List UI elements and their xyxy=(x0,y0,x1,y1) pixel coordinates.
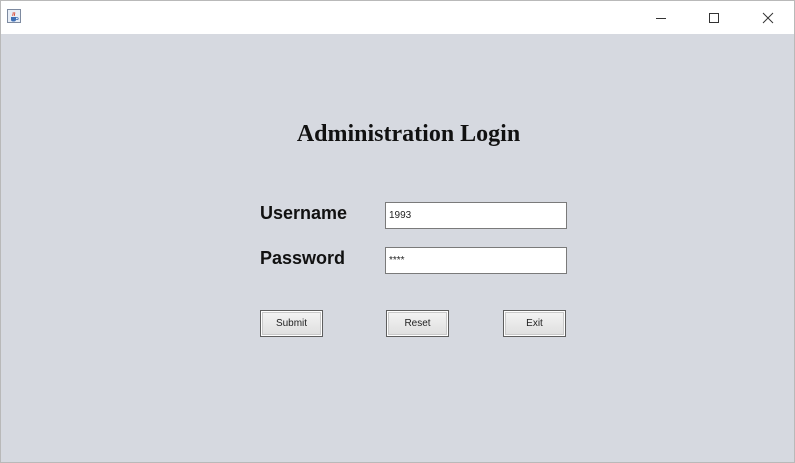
page-title: Administration Login xyxy=(296,121,521,147)
java-cup-icon xyxy=(7,9,21,23)
reset-button[interactable]: Reset xyxy=(386,310,449,337)
username-field[interactable] xyxy=(385,202,567,229)
password-label: Password xyxy=(260,248,346,268)
maximize-icon xyxy=(709,12,719,23)
login-window: Administration Login Username Password S… xyxy=(0,0,795,463)
minimize-button[interactable] xyxy=(638,1,684,34)
maximize-button[interactable] xyxy=(691,1,737,34)
close-button[interactable] xyxy=(745,1,791,34)
title-bar[interactable] xyxy=(1,1,794,34)
close-icon xyxy=(762,12,774,23)
password-field[interactable] xyxy=(385,247,567,274)
username-label: Username xyxy=(260,203,348,223)
exit-button[interactable]: Exit xyxy=(503,310,566,337)
minimize-icon xyxy=(656,17,666,19)
submit-button[interactable]: Submit xyxy=(260,310,323,337)
